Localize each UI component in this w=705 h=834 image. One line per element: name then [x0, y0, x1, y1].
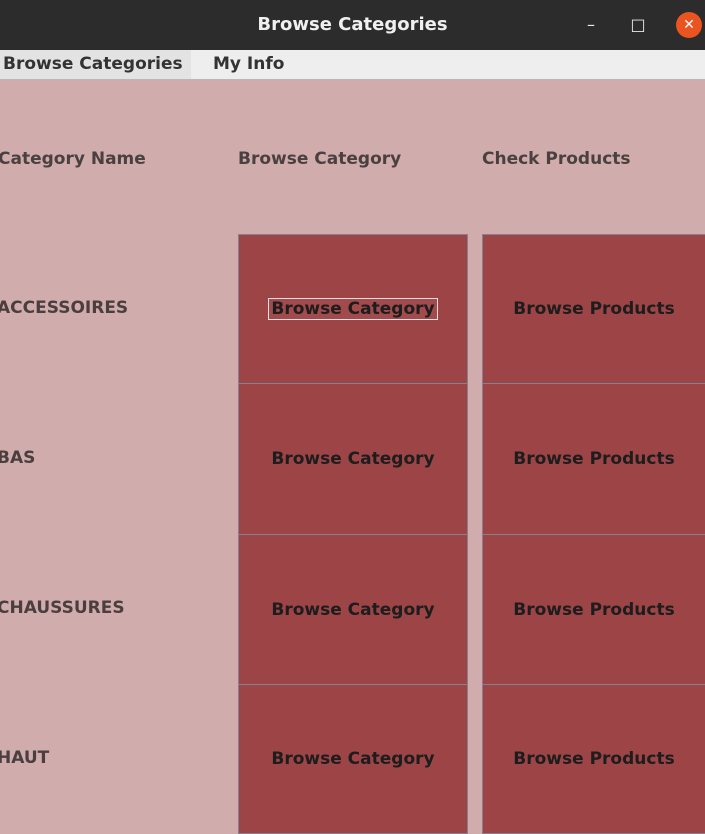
column-header-browse-category: Browse Category	[238, 149, 402, 169]
browse-products-label: Browse Products	[513, 299, 675, 319]
category-name-haut: HAUT	[0, 748, 50, 768]
menu-bar: Browse Categories My Info	[0, 50, 705, 80]
browse-products-label: Browse Products	[513, 449, 675, 469]
browse-category-button-chaussures[interactable]: Browse Category	[238, 534, 468, 685]
browse-products-button-chaussures[interactable]: Browse Products	[482, 534, 705, 685]
title-bar[interactable]: Browse Categories – □ ✕	[0, 0, 705, 50]
close-icon[interactable]: ✕	[676, 12, 702, 38]
column-header-category-name: Category Name	[0, 149, 146, 169]
browse-products-button-haut[interactable]: Browse Products	[482, 684, 705, 834]
browse-category-button-bas[interactable]: Browse Category	[238, 383, 468, 535]
menu-my-info[interactable]: My Info	[213, 50, 284, 79]
column-header-check-products: Check Products	[482, 149, 631, 169]
category-name-bas: BAS	[0, 448, 36, 468]
browse-category-label: Browse Category	[271, 449, 435, 469]
minimize-icon[interactable]: –	[578, 12, 604, 38]
category-name-chaussures: CHAUSSURES	[0, 598, 125, 618]
browse-category-label: Browse Category	[271, 599, 435, 620]
category-name-accessoires: ACCESSOIRES	[0, 298, 129, 318]
menu-browse-categories[interactable]: Browse Categories	[0, 50, 191, 79]
browse-products-label: Browse Products	[513, 599, 675, 620]
browse-products-button-bas[interactable]: Browse Products	[482, 383, 705, 535]
browse-category-button-haut[interactable]: Browse Category	[238, 684, 468, 834]
browse-products-button-accessoires[interactable]: Browse Products	[482, 234, 705, 384]
browse-products-label: Browse Products	[513, 749, 675, 769]
browse-category-button-accessoires[interactable]: Browse Category	[238, 234, 468, 384]
maximize-icon[interactable]: □	[625, 12, 651, 38]
browse-category-label: Browse Category	[268, 298, 438, 320]
browse-category-label: Browse Category	[271, 749, 435, 769]
app-window: Browse Categories – □ ✕ Browse Categorie…	[0, 0, 705, 834]
